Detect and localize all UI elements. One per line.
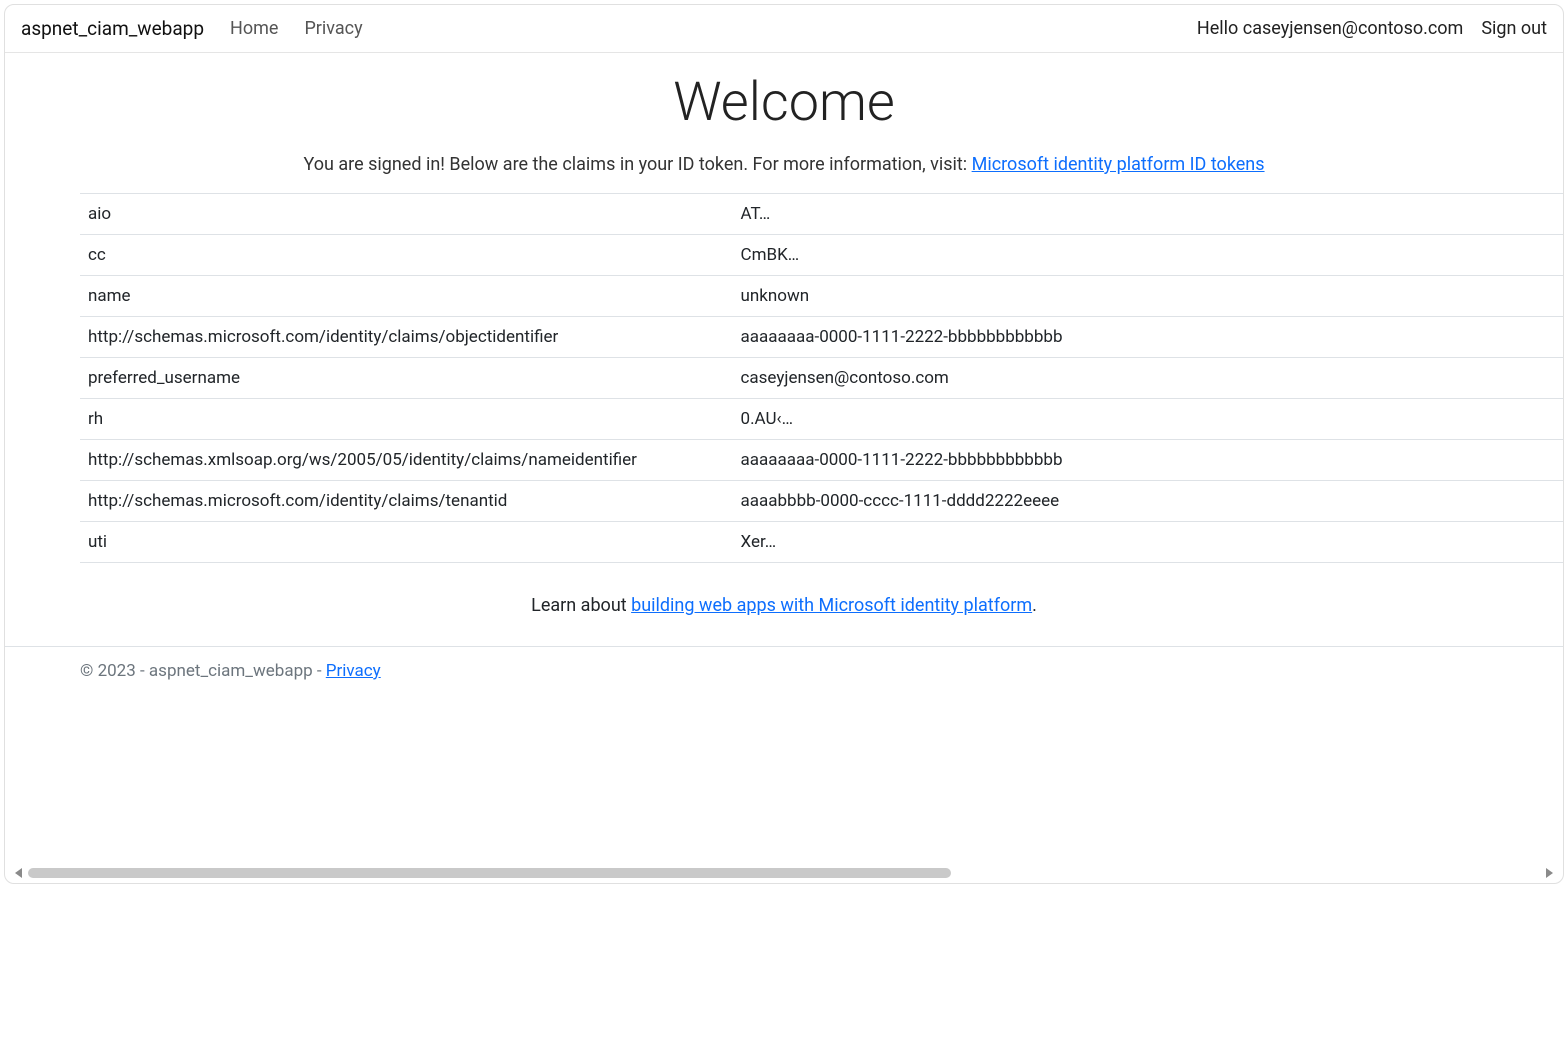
table-row: http://schemas.microsoft.com/identity/cl… xyxy=(80,481,1563,522)
claim-value: 0.AU‹… xyxy=(733,399,1563,440)
user-email: caseyjensen@contoso.com xyxy=(1243,18,1464,39)
claim-key: http://schemas.microsoft.com/identity/cl… xyxy=(80,317,733,358)
claim-key: aio xyxy=(80,194,733,235)
claim-value: aaaaaaaa-0000-1111-2222-bbbbbbbbbbbb xyxy=(733,317,1563,358)
app-window: aspnet_ciam_webapp Home Privacy Hello ca… xyxy=(4,4,1564,884)
main-content: Welcome You are signed in! Below are the… xyxy=(5,53,1563,616)
learn-prefix: Learn about xyxy=(531,595,631,616)
page-title: Welcome xyxy=(5,71,1563,134)
table-row: preferred_usernamecaseyjensen@contoso.co… xyxy=(80,358,1563,399)
signout-link[interactable]: Sign out xyxy=(1481,18,1547,39)
claim-key: uti xyxy=(80,522,733,563)
copyright-text: © 2023 - aspnet_ciam_webapp - xyxy=(80,661,326,681)
footer: © 2023 - aspnet_ciam_webapp - Privacy xyxy=(5,646,1563,695)
claims-table: aioAT…ccCmBK…nameunknownhttp://schemas.m… xyxy=(80,193,1563,563)
scroll-thumb[interactable] xyxy=(28,868,951,878)
claim-key: http://schemas.microsoft.com/identity/cl… xyxy=(80,481,733,522)
claim-key: name xyxy=(80,276,733,317)
brand-link[interactable]: aspnet_ciam_webapp xyxy=(21,17,204,40)
claim-value: AT… xyxy=(733,194,1563,235)
claim-key: cc xyxy=(80,235,733,276)
id-tokens-link[interactable]: Microsoft identity platform ID tokens xyxy=(972,154,1265,175)
table-row: http://schemas.xmlsoap.org/ws/2005/05/id… xyxy=(80,440,1563,481)
table-row: nameunknown xyxy=(80,276,1563,317)
claim-value: caseyjensen@contoso.com xyxy=(733,358,1563,399)
learn-suffix: . xyxy=(1032,595,1037,616)
claim-key: rh xyxy=(80,399,733,440)
claim-value: aaaabbbb-0000-cccc-1111-dddd2222eeee xyxy=(733,481,1563,522)
scroll-left-icon[interactable] xyxy=(15,868,22,878)
table-row: aioAT… xyxy=(80,194,1563,235)
hello-prefix: Hello xyxy=(1197,18,1243,39)
table-row: ccCmBK… xyxy=(80,235,1563,276)
claim-value: aaaaaaaa-0000-1111-2222-bbbbbbbbbbbb xyxy=(733,440,1563,481)
claim-key: preferred_username xyxy=(80,358,733,399)
claim-value: Xer… xyxy=(733,522,1563,563)
nav-privacy[interactable]: Privacy xyxy=(304,18,362,39)
learn-more: Learn about building web apps with Micro… xyxy=(5,595,1563,616)
hello-user[interactable]: Hello caseyjensen@contoso.com xyxy=(1197,18,1463,39)
footer-privacy-link[interactable]: Privacy xyxy=(326,661,381,681)
navbar-left: aspnet_ciam_webapp Home Privacy xyxy=(21,17,363,40)
navbar: aspnet_ciam_webapp Home Privacy Hello ca… xyxy=(5,5,1563,53)
table-row: http://schemas.microsoft.com/identity/cl… xyxy=(80,317,1563,358)
table-row: rh0.AU‹… xyxy=(80,399,1563,440)
table-row: utiXer… xyxy=(80,522,1563,563)
claim-value: unknown xyxy=(733,276,1563,317)
navbar-right: Hello caseyjensen@contoso.com Sign out xyxy=(1197,18,1547,39)
intro-text: You are signed in! Below are the claims … xyxy=(5,154,1563,175)
horizontal-scrollbar[interactable] xyxy=(15,867,1553,879)
intro-prefix: You are signed in! Below are the claims … xyxy=(303,154,971,175)
learn-more-link[interactable]: building web apps with Microsoft identit… xyxy=(631,595,1032,616)
claim-key: http://schemas.xmlsoap.org/ws/2005/05/id… xyxy=(80,440,733,481)
claim-value: CmBK… xyxy=(733,235,1563,276)
nav-home[interactable]: Home xyxy=(230,18,278,39)
scroll-right-icon[interactable] xyxy=(1546,868,1553,878)
